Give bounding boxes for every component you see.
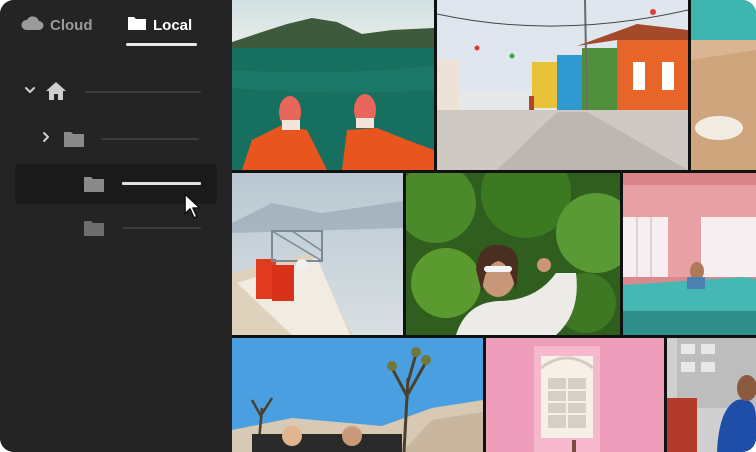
photo-tile[interactable]: [486, 338, 664, 452]
building-portrait-photo: [667, 338, 756, 452]
photo-tile[interactable]: [667, 338, 756, 452]
photo-tile[interactable]: [232, 0, 434, 170]
photo-tile[interactable]: [406, 173, 620, 335]
tree-item-label-placeholder: [85, 91, 201, 93]
cloud-icon: [20, 15, 44, 35]
chevron-right-icon[interactable]: [39, 130, 53, 149]
colorful-street-photo: [437, 0, 688, 170]
home-icon: [45, 81, 67, 106]
photo-grid: [232, 0, 756, 452]
folder-icon: [83, 219, 105, 242]
pink-window-photo: [486, 338, 664, 452]
app-window: Cloud Local: [0, 0, 756, 452]
tree-item-label-placeholder: [101, 138, 199, 140]
chevron-down-icon[interactable]: [23, 83, 37, 102]
tab-cloud[interactable]: Cloud: [20, 14, 93, 36]
photo-tile[interactable]: [232, 338, 483, 452]
lake-feet-boat-photo: [232, 0, 434, 170]
photo-tile[interactable]: [691, 0, 756, 170]
tree-item-home[interactable]: [15, 72, 217, 112]
photo-tile[interactable]: [232, 173, 403, 335]
cropped-edge-photo: [691, 0, 756, 170]
photo-tile[interactable]: [437, 0, 688, 170]
photo-tile[interactable]: [623, 173, 756, 335]
tab-cloud-label: Cloud: [50, 16, 93, 34]
rowboat-lake-photo: [232, 173, 403, 335]
tab-local[interactable]: Local: [127, 14, 192, 36]
tree-item-label-placeholder: [122, 182, 201, 185]
woman-sunglasses-foliage-photo: [406, 173, 620, 335]
tab-local-label: Local: [153, 16, 193, 34]
active-tab-indicator: [126, 43, 197, 46]
sidebar: Cloud Local: [0, 0, 232, 452]
tree-item-label-placeholder: [122, 227, 201, 229]
mouse-cursor-icon: [183, 192, 205, 225]
folder-icon: [63, 130, 85, 153]
pink-house-car-photo: [623, 173, 756, 335]
desert-joshua-tree-photo: [232, 338, 483, 452]
folder-icon: [83, 175, 105, 198]
tree-item-folder[interactable]: [15, 119, 217, 159]
folder-icon: [127, 15, 147, 35]
